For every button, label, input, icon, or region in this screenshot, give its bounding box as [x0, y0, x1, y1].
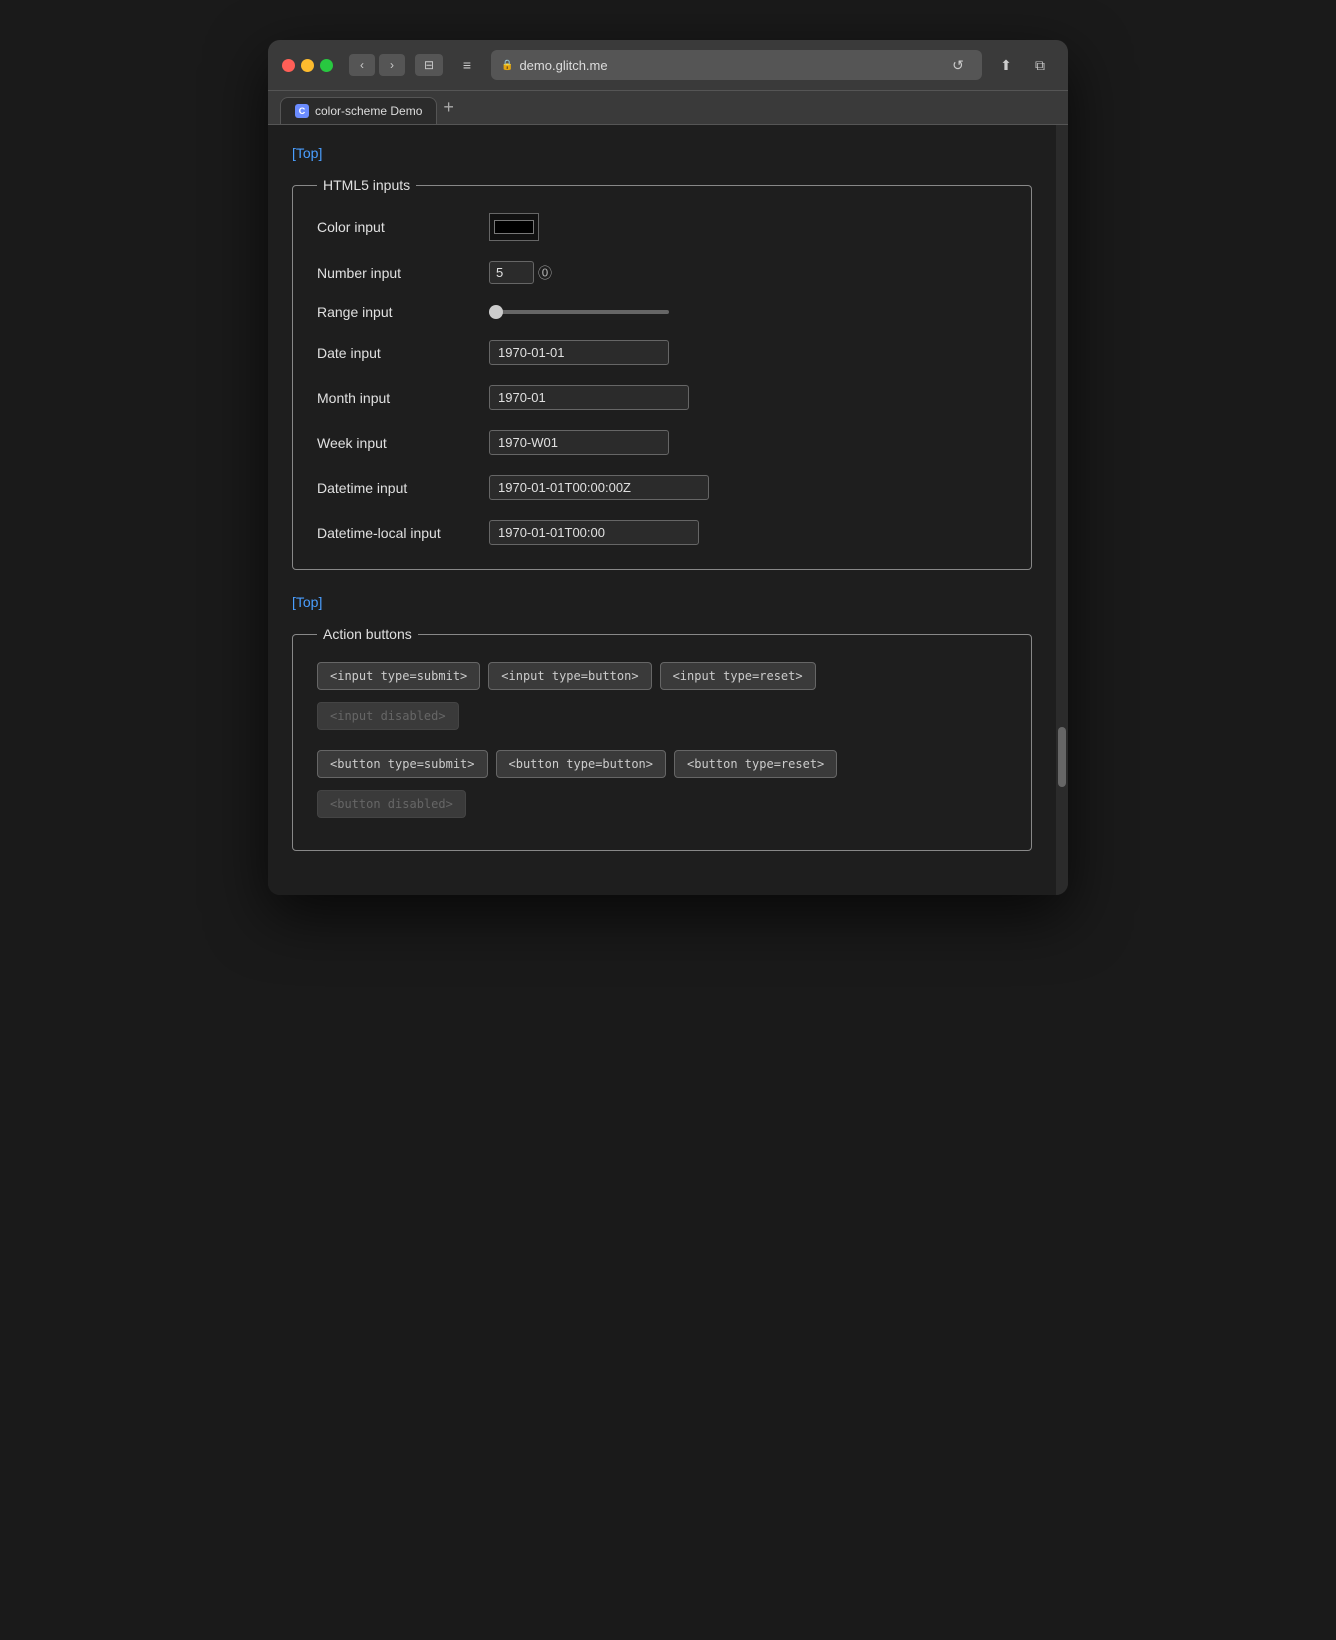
input-submit-button[interactable]: <input type=submit> [317, 662, 480, 690]
button-button-button[interactable]: <button type=button> [496, 750, 667, 778]
datetime-local-input[interactable]: 1970-01-01T00:00 [489, 520, 699, 545]
button-reset-button[interactable]: <button type=reset> [674, 750, 837, 778]
button-buttons-row: <button type=submit> <button type=button… [317, 750, 1007, 778]
address-bar[interactable]: 🔒 demo.glitch.me ↺ [491, 50, 982, 80]
button-disabled-row: <button disabled> [317, 790, 1007, 818]
lock-icon: 🔒 [501, 60, 513, 71]
browser-body: [Top] HTML5 inputs Color input Number in… [268, 125, 1068, 895]
button-submit-button[interactable]: <button type=submit> [317, 750, 488, 778]
new-window-button[interactable]: ⧉ [1026, 54, 1054, 76]
browser-window: ‹ › ⊟ ≡ 🔒 demo.glitch.me ↺ ⬆ ⧉ C color-s… [268, 40, 1068, 895]
top-link-1[interactable]: [Top] [292, 145, 322, 161]
scrollbar[interactable] [1056, 125, 1068, 895]
week-input-row: Week input 1970-W01 [317, 430, 1007, 455]
input-reset-button[interactable]: <input type=reset> [660, 662, 816, 690]
title-bar: ‹ › ⊟ ≡ 🔒 demo.glitch.me ↺ ⬆ ⧉ [268, 40, 1068, 91]
tab-favicon: C [295, 104, 309, 118]
reload-button[interactable]: ↺ [944, 54, 972, 76]
tab-title: color-scheme Demo [315, 104, 422, 118]
share-button[interactable]: ⬆ [992, 54, 1020, 76]
url-text: demo.glitch.me [519, 58, 607, 73]
input-disabled-button: <input disabled> [317, 702, 459, 730]
action-legend: Action buttons [317, 626, 418, 642]
range-label: Range input [317, 304, 477, 320]
datetime-label: Datetime input [317, 480, 477, 496]
nav-buttons: ‹ › [349, 54, 405, 76]
minimize-button[interactable] [301, 59, 314, 72]
sidebar-button[interactable]: ⊟ [415, 54, 443, 76]
tab-bar: C color-scheme Demo + [268, 91, 1068, 125]
date-label: Date input [317, 345, 477, 361]
number-wrapper: ⓪ [489, 261, 552, 284]
input-buttons-row: <input type=submit> <input type=button> … [317, 662, 1007, 690]
color-label: Color input [317, 219, 477, 235]
new-tab-button[interactable]: + [437, 97, 460, 124]
datetime-local-input-row: Datetime-local input 1970-01-01T00:00 [317, 520, 1007, 545]
top-link-2[interactable]: [Top] [292, 594, 322, 610]
color-input[interactable] [489, 213, 539, 241]
color-input-row: Color input [317, 213, 1007, 241]
scrollbar-thumb[interactable] [1058, 727, 1066, 787]
date-input[interactable]: 1970-01-01 [489, 340, 669, 365]
menu-button[interactable]: ≡ [453, 54, 481, 76]
date-input-row: Date input 1970-01-01 [317, 340, 1007, 365]
number-label: Number input [317, 265, 477, 281]
html5-legend: HTML5 inputs [317, 177, 416, 193]
datetime-input[interactable]: 1970-01-01T00:00:00Z [489, 475, 709, 500]
datetime-input-row: Datetime input 1970-01-01T00:00:00Z [317, 475, 1007, 500]
month-input[interactable]: 1970-01 [489, 385, 689, 410]
number-input[interactable] [489, 261, 534, 284]
maximize-button[interactable] [320, 59, 333, 72]
button-disabled-button: <button disabled> [317, 790, 466, 818]
action-buttons-section: Action buttons <input type=submit> <inpu… [292, 626, 1032, 851]
traffic-lights [282, 59, 333, 72]
datetime-local-label: Datetime-local input [317, 525, 477, 541]
month-input-row: Month input 1970-01 [317, 385, 1007, 410]
range-input-row: Range input [317, 304, 1007, 320]
week-input[interactable]: 1970-W01 [489, 430, 669, 455]
page-content: [Top] HTML5 inputs Color input Number in… [268, 125, 1056, 895]
html5-inputs-section: HTML5 inputs Color input Number input ⓪ [292, 177, 1032, 570]
week-label: Week input [317, 435, 477, 451]
month-label: Month input [317, 390, 477, 406]
forward-button[interactable]: › [379, 54, 405, 76]
toolbar-buttons: ⬆ ⧉ [992, 54, 1054, 76]
input-disabled-row: <input disabled> [317, 702, 1007, 730]
back-button[interactable]: ‹ [349, 54, 375, 76]
close-button[interactable] [282, 59, 295, 72]
range-input[interactable] [489, 310, 669, 314]
number-input-row: Number input ⓪ [317, 261, 1007, 284]
spinner-icon: ⓪ [538, 263, 552, 283]
active-tab[interactable]: C color-scheme Demo [280, 97, 437, 124]
input-button-button[interactable]: <input type=button> [488, 662, 651, 690]
